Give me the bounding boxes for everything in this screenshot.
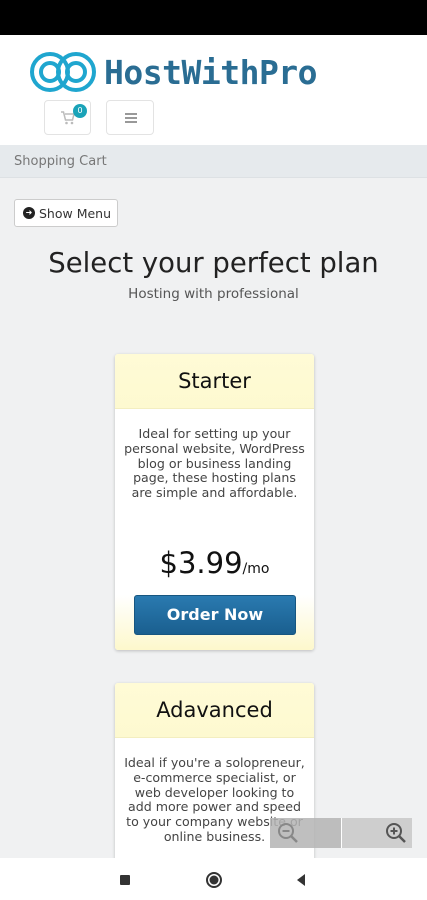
square-icon[interactable] [115,870,135,890]
brand-name: HostWithPro [104,52,318,92]
breadcrumb-bar: Shopping Cart [0,145,427,178]
zoom-controls [270,818,412,848]
plan-description: Ideal for setting up your personal websi… [124,426,305,501]
brand-logo[interactable]: HostWithPro [28,47,318,97]
site-header: HostWithPro 0 [0,35,427,145]
show-menu-button[interactable]: ➜ Show Menu [14,199,118,227]
plan-name: Starter [115,354,314,409]
plan-price-amount: $3.99 [159,546,243,580]
system-navigation-bar [0,858,427,900]
page-title: Select your perfect plan [48,247,379,279]
breadcrumb: Shopping Cart [14,154,107,169]
zoom-out-icon [278,823,298,843]
plan-price: $3.99/mo [115,546,314,580]
order-now-button[interactable]: Order Now [134,595,296,635]
cart-button[interactable]: 0 [44,100,91,135]
triangle-back-icon[interactable] [291,870,311,890]
zoom-in-button[interactable] [341,818,412,848]
plan-card-starter: Starter Ideal for setting up your person… [115,354,314,650]
status-bar [0,0,427,35]
arrow-circle-right-icon: ➜ [23,207,35,219]
cart-count-badge: 0 [73,104,87,118]
hamburger-menu-icon [125,113,137,125]
page-subtitle: Hosting with professional [128,286,299,302]
zoom-in-icon [386,823,406,843]
menu-toggle-button[interactable] [106,100,154,135]
plan-price-period: /mo [242,561,270,577]
zoom-out-button[interactable] [270,818,341,848]
circle-icon[interactable] [204,870,224,890]
plan-name: Adavanced [115,683,314,738]
show-menu-label: Show Menu [39,205,112,221]
infinity-rings-logo-icon [30,52,96,92]
